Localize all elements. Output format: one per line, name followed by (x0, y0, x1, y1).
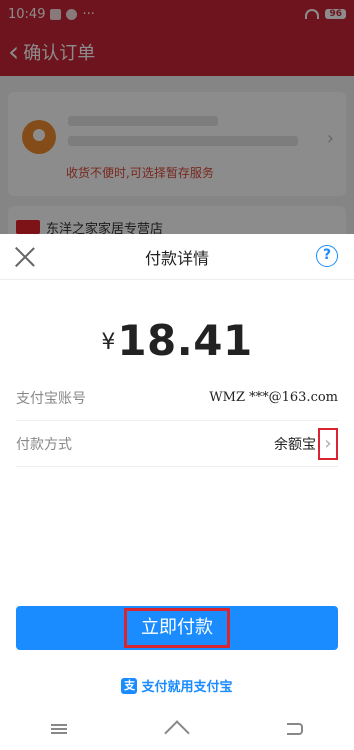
account-value: WMZ ***@163.com (209, 390, 338, 405)
payment-sheet: 付款详情 ? ¥18.41 支付宝账号 WMZ ***@163.com 付款方式… (0, 234, 354, 708)
back-icon[interactable] (287, 723, 304, 735)
menu-icon[interactable] (50, 724, 67, 734)
pay-now-button[interactable]: 立即付款 (16, 606, 338, 650)
method-label: 付款方式 (16, 436, 72, 453)
method-value: 余额宝 (274, 436, 316, 453)
payment-amount: ¥18.41 (0, 316, 354, 365)
help-icon[interactable]: ? (316, 245, 338, 267)
chevron-right-icon[interactable]: › (318, 427, 338, 460)
system-navigation-bar (0, 708, 354, 750)
currency-symbol: ¥ (101, 330, 116, 355)
alipay-logo-icon: 支 (121, 677, 138, 694)
sheet-header: 付款详情 ? (0, 234, 354, 280)
payment-method-row[interactable]: 付款方式 余额宝 › (16, 421, 338, 467)
home-icon[interactable] (164, 720, 190, 746)
account-row: 支付宝账号 WMZ ***@163.com (16, 375, 338, 421)
pay-now-label: 立即付款 (124, 608, 230, 648)
alipay-brand: 支 支付就用支付宝 (0, 676, 354, 695)
brand-text: 支付就用支付宝 (141, 680, 233, 695)
amount-value: 18.41 (117, 316, 253, 365)
close-icon[interactable] (14, 246, 36, 268)
account-label: 支付宝账号 (16, 390, 86, 407)
sheet-title: 付款详情 (144, 248, 209, 268)
